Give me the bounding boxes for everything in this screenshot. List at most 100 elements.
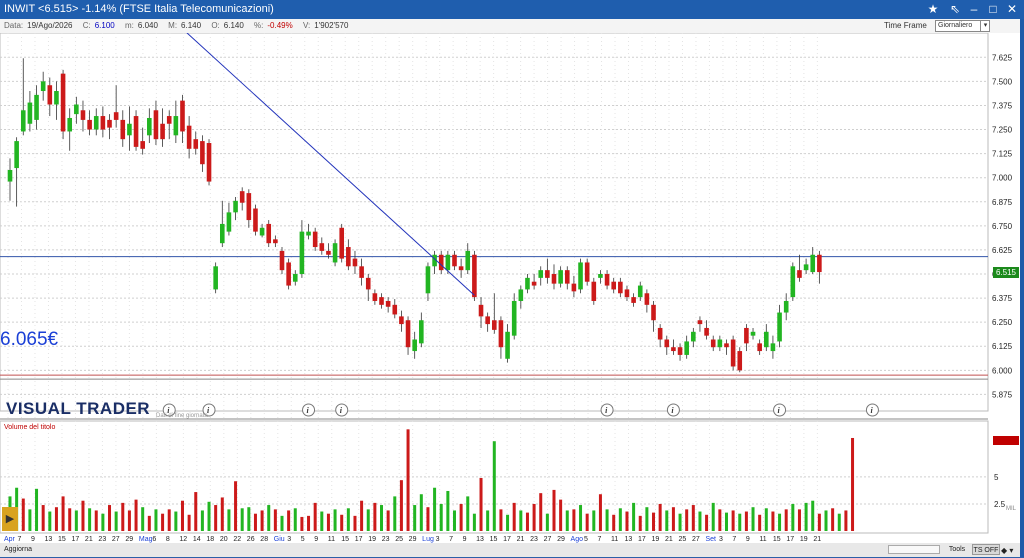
volume-bar xyxy=(200,510,204,531)
candle-body xyxy=(478,304,484,317)
time-tick-label: 22 xyxy=(233,536,241,543)
volume-bar xyxy=(240,508,244,531)
candle-body xyxy=(233,200,238,213)
candle-body xyxy=(485,316,490,325)
volume-bar xyxy=(35,488,39,531)
candle-body xyxy=(664,339,670,348)
candle-body xyxy=(60,73,66,132)
time-tick-label: 29 xyxy=(409,536,417,543)
time-tick-label: 17 xyxy=(503,536,511,543)
candle-body xyxy=(299,231,305,275)
time-tick-label: 17 xyxy=(71,536,79,543)
volume-bar xyxy=(167,509,171,531)
expand-panel-icon[interactable]: ▶ xyxy=(2,507,18,531)
time-tick-label: 26 xyxy=(247,536,255,543)
candle-body xyxy=(279,250,285,271)
volume-bar xyxy=(837,513,841,531)
volume-bar xyxy=(532,503,536,531)
candle-body xyxy=(292,274,298,282)
volume-bar xyxy=(320,511,324,531)
candle-body xyxy=(737,351,743,371)
timeframe-value: Giornaliero xyxy=(938,22,973,29)
volume-bar xyxy=(114,511,118,531)
volume-bar xyxy=(108,505,112,531)
volume-bar xyxy=(625,511,629,531)
candle-body xyxy=(803,264,809,271)
horizontal-scrollbar[interactable] xyxy=(888,545,940,554)
volume-bar xyxy=(360,500,364,531)
big-price-label: 6.065€ xyxy=(0,329,59,350)
volume-bar xyxy=(174,511,178,531)
time-tick-label: 9 xyxy=(463,536,467,543)
volume-bar xyxy=(439,503,443,531)
volume-bar xyxy=(618,508,622,531)
candle-body xyxy=(631,297,636,303)
candle-body xyxy=(226,212,232,232)
window-title: INWIT <6.515> -1.14% (FTSE Italia Teleco… xyxy=(4,3,274,15)
chart-canvas[interactable]: 7.625 7.500 7.375 7.250 7.125 7.000 6.875 6.750… xyxy=(0,33,1020,543)
chevron-down-icon[interactable]: ▾ xyxy=(980,20,990,32)
candle-body xyxy=(312,231,318,248)
candle-body xyxy=(419,320,424,344)
minimize-icon[interactable]: – xyxy=(965,1,983,17)
volume-bar xyxy=(778,513,782,531)
pin-icon[interactable]: ⇖ xyxy=(946,1,964,17)
logo-subtitle: Dati di fine giornata xyxy=(156,413,208,419)
candle-body xyxy=(326,250,331,255)
price-chart[interactable]: 7.625 7.500 7.375 7.250 7.125 7.000 6.875 6.750… xyxy=(0,33,1020,543)
volume-bar xyxy=(54,507,58,531)
candle-body xyxy=(80,110,86,120)
time-tick-label: 21 xyxy=(85,536,93,543)
price-tick-label: 7.500 xyxy=(992,77,1013,86)
price-tick-label: 7.625 xyxy=(992,53,1013,62)
volume-bar xyxy=(419,494,423,531)
candle-body xyxy=(186,125,192,149)
nav-arrows-icon[interactable]: ◆ ▾ xyxy=(1001,544,1013,558)
volume-bar xyxy=(101,513,105,531)
time-tick-label: 23 xyxy=(530,536,538,543)
volume-bar xyxy=(393,496,397,531)
candle-body xyxy=(27,102,33,124)
candle-body xyxy=(306,231,311,236)
candle-body xyxy=(133,116,139,147)
candle-body xyxy=(584,262,590,282)
volume-bar xyxy=(711,502,715,531)
price-tick-label: 6.250 xyxy=(992,318,1013,327)
candle-body xyxy=(531,281,537,286)
refresh-button[interactable]: Aggiorna xyxy=(2,544,42,555)
candle-body xyxy=(392,304,398,315)
title-bar: INWIT <6.515> -1.14% (FTSE Italia Teleco… xyxy=(0,0,1024,19)
volume-unit: MIL xyxy=(1006,506,1017,512)
candle-body xyxy=(147,117,152,136)
ts-off-button[interactable]: TS OFF xyxy=(972,544,1000,555)
star-icon[interactable]: ★ xyxy=(924,1,942,17)
time-tick-label: 17 xyxy=(355,536,363,543)
candle-body xyxy=(790,266,796,298)
volume-bar xyxy=(81,500,85,531)
candle-body xyxy=(545,270,550,278)
maximize-icon[interactable]: □ xyxy=(984,1,1002,17)
time-tick-label: 18 xyxy=(206,536,214,543)
volume-bar xyxy=(771,511,775,531)
volume-value: 1'902'570 xyxy=(314,21,349,30)
tools-button[interactable]: Tools xyxy=(944,544,970,555)
time-tick-label: 20 xyxy=(220,536,228,543)
time-tick-label: 11 xyxy=(611,536,618,543)
candle-body xyxy=(40,81,46,92)
candle-body xyxy=(744,327,749,344)
candle-body xyxy=(14,141,19,169)
volume-bar xyxy=(612,514,616,531)
candle-body xyxy=(219,223,225,244)
volume-bar xyxy=(466,496,470,531)
candle-body xyxy=(113,112,119,120)
time-tick-label: 19 xyxy=(368,536,376,543)
time-tick-label: 15 xyxy=(490,536,498,543)
volume-bar xyxy=(784,509,788,531)
volume-bar xyxy=(791,503,795,531)
candle-body xyxy=(598,274,603,278)
volume-bar xyxy=(632,502,636,531)
price-tick-label: 6.375 xyxy=(992,294,1013,303)
close-icon[interactable]: ✕ xyxy=(1003,1,1021,17)
time-tick-label: 17 xyxy=(638,536,646,543)
time-tick-label: 7 xyxy=(17,536,21,543)
